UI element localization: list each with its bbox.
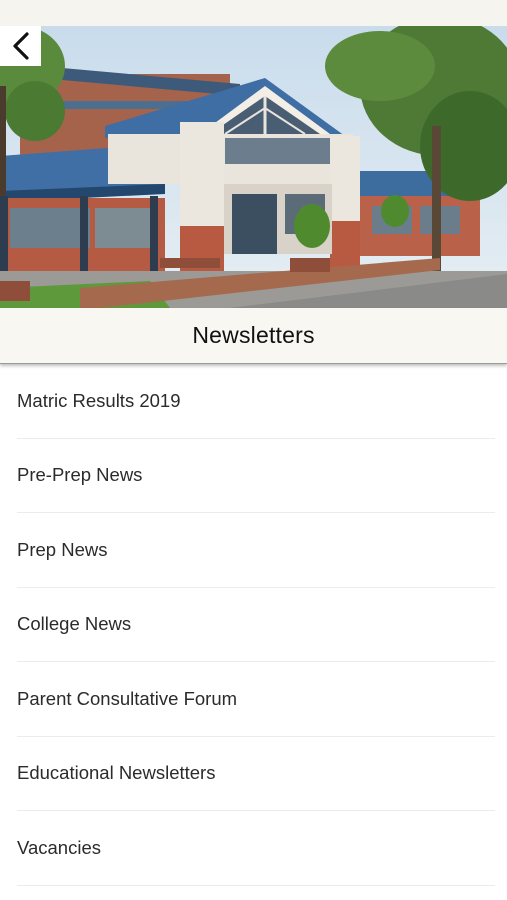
page-title: Newsletters [192,322,315,348]
list-item-parent-consultative-forum[interactable]: Parent Consultative Forum [17,662,495,737]
list-item-prep-news[interactable]: Prep News [17,513,495,588]
list-item-label: Prep News [17,538,108,560]
list-item-label: College News [17,613,132,635]
list-item-label: Pre-Prep News [17,464,143,486]
title-bar: Newsletters [0,308,507,364]
hero-image [0,26,507,308]
list-item-label: Vacancies [17,836,101,858]
chevron-left-icon [12,32,29,60]
list-item-pre-prep-news[interactable]: Pre-Prep News [17,439,495,513]
list-item-college-news[interactable]: College News [17,588,495,662]
list-item-label: Parent Consultative Forum [17,687,238,709]
list-item-label: Matric Results 2019 [17,389,181,411]
list-item-vacancies[interactable]: Vacancies [17,811,495,886]
list-item-matric-results[interactable]: Matric Results 2019 [17,364,495,439]
list-item-label: Educational Newsletters [17,762,216,784]
status-bar [0,0,507,26]
back-button[interactable] [0,26,41,66]
list-item-educational-newsletters[interactable]: Educational Newsletters [17,737,495,811]
newsletter-list: Matric Results 2019 Pre-Prep News Prep N… [0,364,507,886]
